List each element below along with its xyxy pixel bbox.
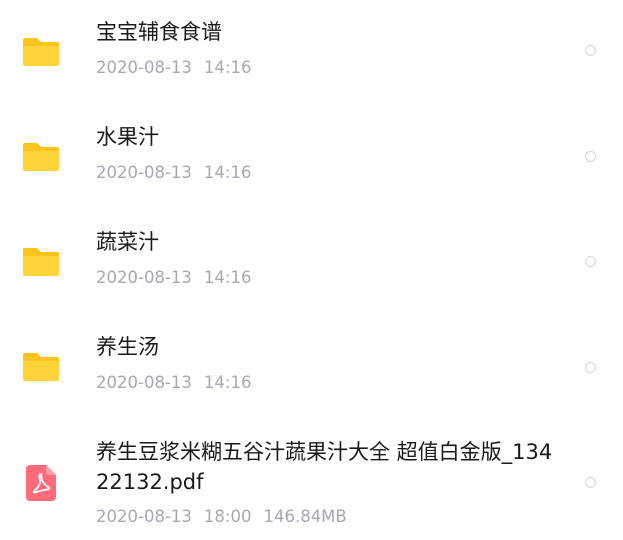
file-time: 14:16 — [203, 373, 252, 392]
file-time: 14:16 — [203, 268, 252, 287]
file-row-folder-1[interactable]: 宝宝辅食食谱 2020-08-13 14:16 — [0, 0, 623, 105]
file-name: 宝宝辅食食谱 — [96, 20, 222, 44]
file-meta: 2020-08-13 14:16 — [96, 267, 251, 289]
folder-icon — [22, 140, 60, 174]
file-date: 2020-08-13 — [96, 373, 192, 392]
file-time: 18:00 — [203, 507, 252, 526]
file-date: 2020-08-13 — [96, 268, 192, 287]
file-row-pdf[interactable]: 养生豆浆米糊五谷汁蔬果汁大全 超值白金版_13422132.pdf 2020-0… — [0, 420, 623, 540]
file-name: 蔬菜汁 — [96, 230, 159, 254]
file-list: 宝宝辅食食谱 2020-08-13 14:16 水果汁 2020-08-13 14:… — [0, 0, 623, 540]
file-name: 养生豆浆米糊五谷汁蔬果汁大全 超值白金版_13422132.pdf — [96, 440, 553, 494]
file-meta: 2020-08-13 14:16 — [96, 162, 251, 184]
file-meta: 2020-08-13 18:00 146.84MB — [96, 506, 347, 528]
file-name: 水果汁 — [96, 125, 159, 149]
file-size: 146.84MB — [263, 507, 347, 526]
file-meta: 2020-08-13 14:16 — [96, 372, 251, 394]
file-meta: 2020-08-13 14:16 — [96, 57, 251, 79]
select-radio[interactable] — [585, 45, 596, 56]
file-name: 养生汤 — [96, 335, 159, 359]
file-date: 2020-08-13 — [96, 163, 192, 182]
select-radio[interactable] — [585, 256, 596, 267]
folder-icon — [22, 350, 60, 384]
pdf-file-icon — [26, 465, 56, 501]
file-time: 14:16 — [203, 58, 252, 77]
file-date: 2020-08-13 — [96, 507, 192, 526]
select-radio[interactable] — [585, 362, 596, 373]
file-row-folder-3[interactable]: 蔬菜汁 2020-08-13 14:16 — [0, 210, 623, 315]
select-radio[interactable] — [585, 477, 596, 488]
folder-icon — [22, 35, 60, 69]
file-row-folder-4[interactable]: 养生汤 2020-08-13 14:16 — [0, 315, 623, 420]
select-radio[interactable] — [585, 151, 596, 162]
folder-icon — [22, 245, 60, 279]
file-date: 2020-08-13 — [96, 58, 192, 77]
file-time: 14:16 — [203, 163, 252, 182]
file-row-folder-2[interactable]: 水果汁 2020-08-13 14:16 — [0, 105, 623, 210]
